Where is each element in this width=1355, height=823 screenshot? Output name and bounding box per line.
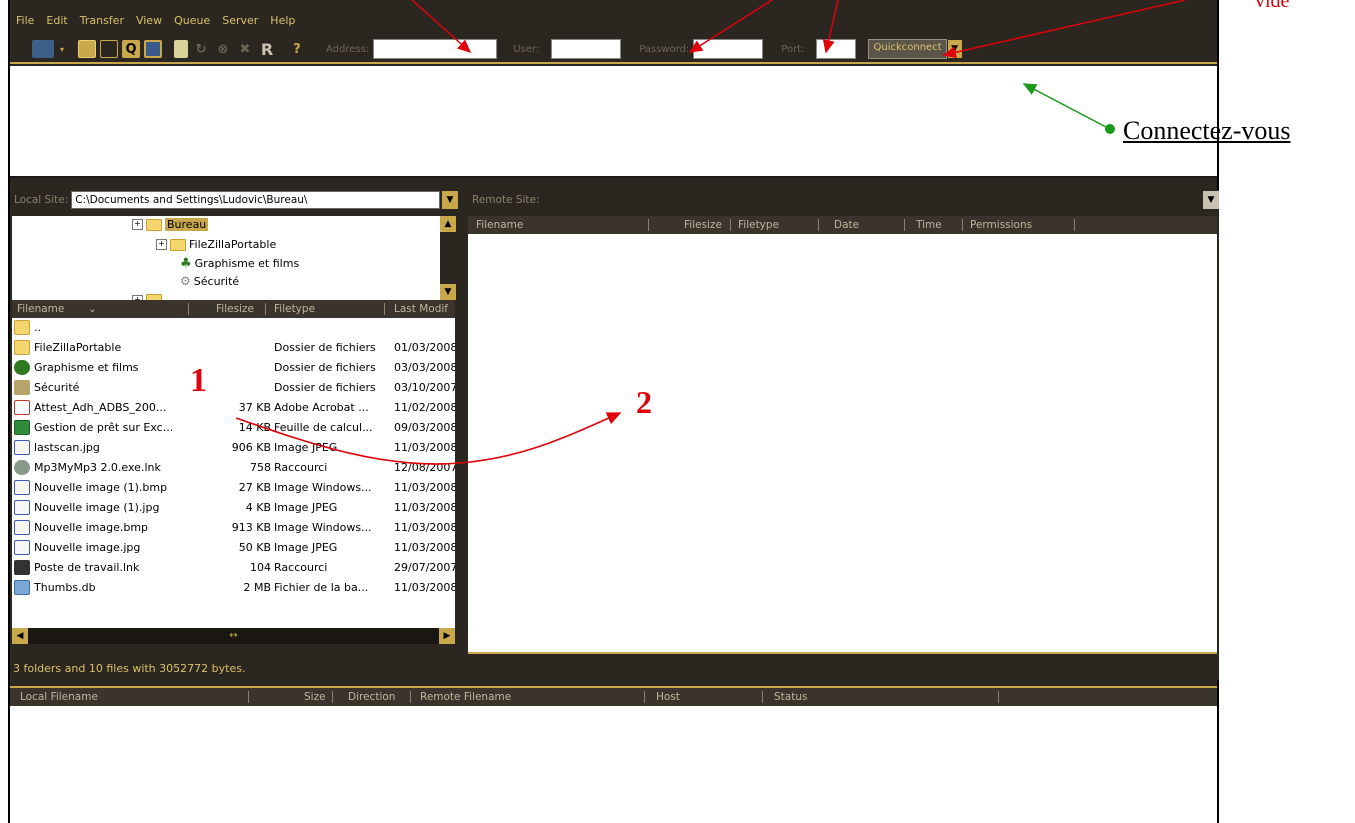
arrow-to-password bbox=[822, 0, 839, 54]
arrow-to-address bbox=[411, 0, 472, 54]
annotation-step-1: 1 bbox=[190, 362, 207, 399]
annotation-step-2: 2 bbox=[636, 384, 652, 420]
drag-arrow bbox=[235, 412, 622, 465]
arrow-to-port bbox=[942, 0, 1186, 59]
annotation-connect: Connectez-vous bbox=[1123, 116, 1291, 145]
arrow-to-user bbox=[688, 0, 773, 53]
annotation-vide: vide bbox=[1255, 0, 1290, 12]
arrow-to-quickconnect bbox=[1022, 83, 1109, 129]
green-dot-icon bbox=[1105, 124, 1115, 134]
